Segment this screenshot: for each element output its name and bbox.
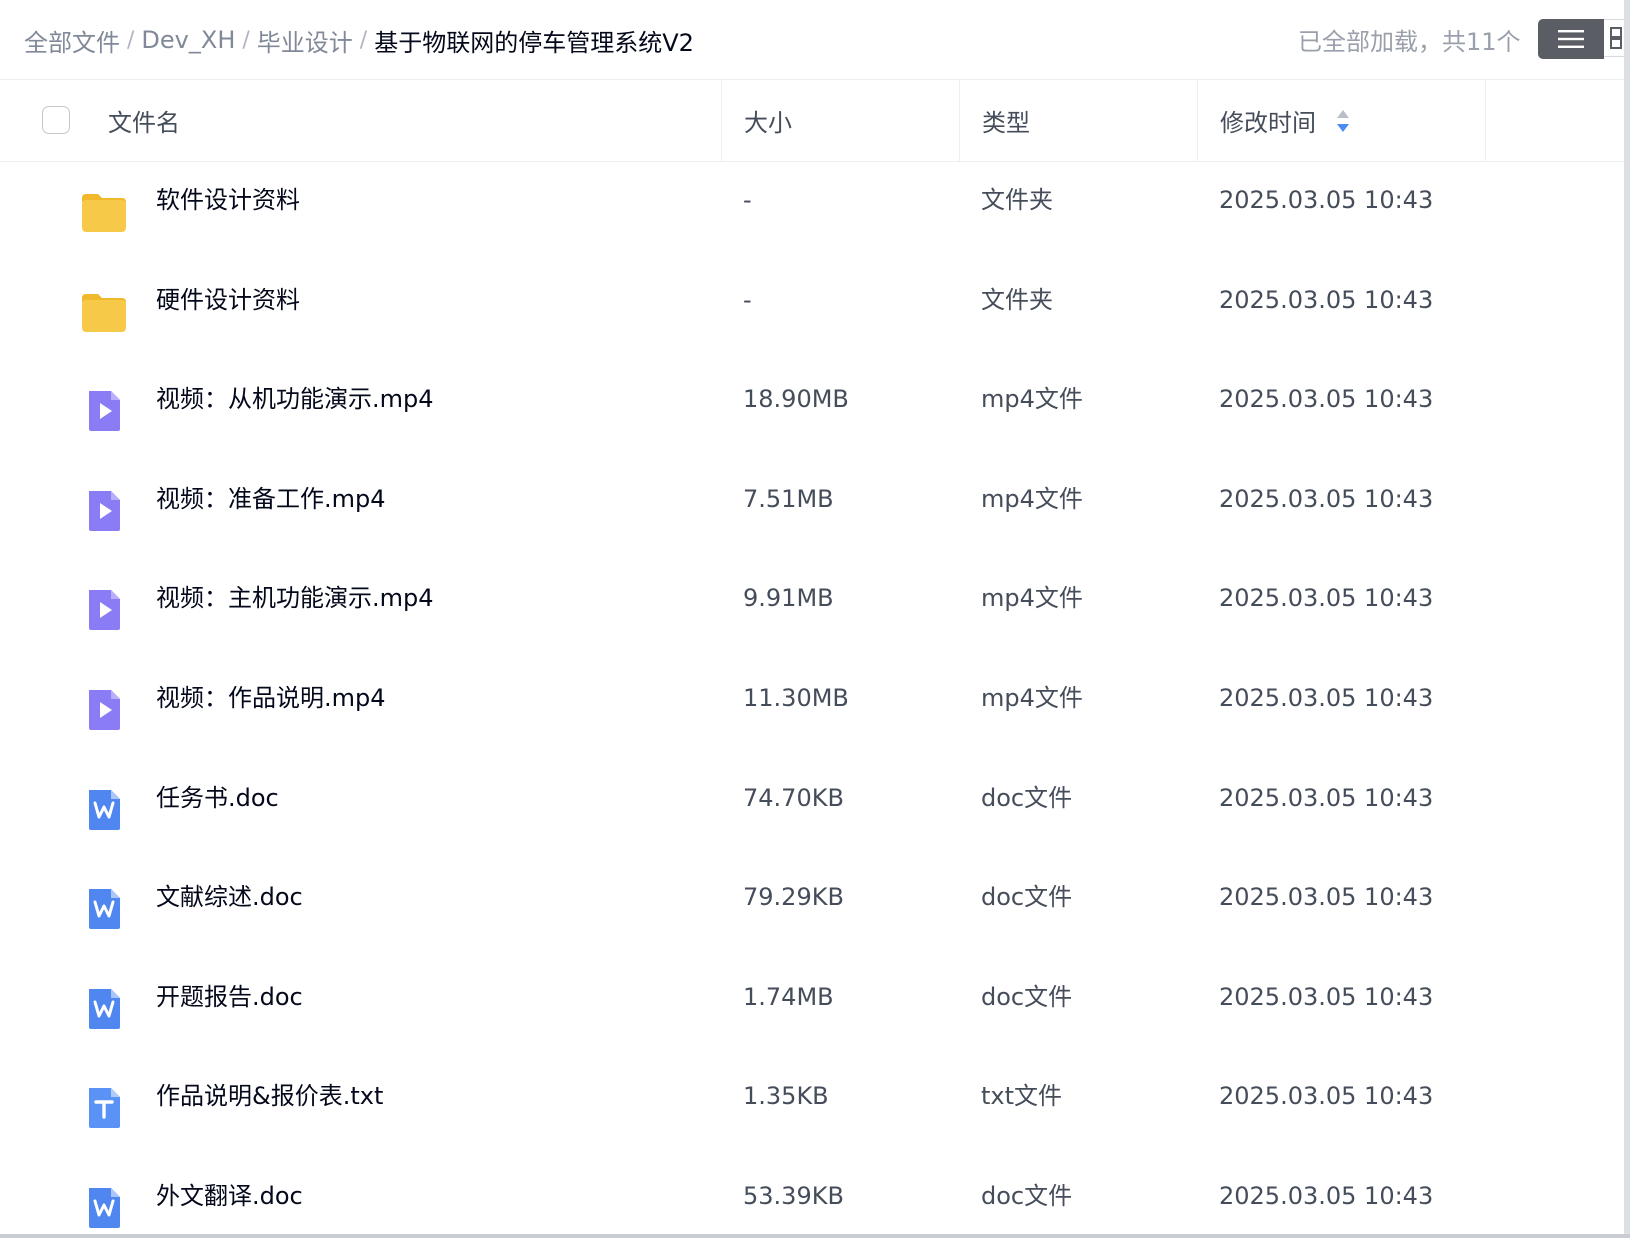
file-size: 74.70KB bbox=[743, 783, 844, 812]
file-name[interactable]: 开题报告.doc bbox=[156, 959, 303, 1035]
file-size: 9.91MB bbox=[743, 584, 834, 613]
word-file-icon bbox=[80, 1184, 128, 1232]
list-view-icon bbox=[1558, 30, 1584, 48]
file-name[interactable]: 视频：主机功能演示.mp4 bbox=[156, 560, 434, 636]
file-row[interactable]: 视频：作品说明.mp4 11.30MB mp4文件 2025.03.05 10:43 bbox=[0, 660, 1630, 760]
file-type: txt文件 bbox=[981, 1082, 1063, 1111]
video-file-icon bbox=[80, 586, 128, 634]
column-header-modified-label: 修改时间 bbox=[1220, 109, 1316, 137]
file-type: mp4文件 bbox=[981, 584, 1083, 613]
file-type: mp4文件 bbox=[981, 385, 1083, 414]
column-header-size[interactable]: 大小 bbox=[721, 80, 959, 161]
file-type: doc文件 bbox=[981, 1182, 1073, 1210]
file-name[interactable]: 软件设计资料 bbox=[156, 162, 300, 238]
file-modified-time: 2025.03.05 10:43 bbox=[1219, 684, 1434, 712]
file-row[interactable]: 视频：从机功能演示.mp4 18.90MB mp4文件 2025.03.05 10:4… bbox=[0, 361, 1630, 461]
file-name[interactable]: 硬件设计资料 bbox=[156, 262, 300, 338]
video-file-icon bbox=[80, 387, 128, 435]
file-name[interactable]: 视频：作品说明.mp4 bbox=[156, 660, 386, 736]
file-type: 文件夹 bbox=[981, 285, 1053, 314]
file-modified-time: 2025.03.05 10:43 bbox=[1219, 783, 1434, 812]
column-header-name[interactable]: 文件名 bbox=[108, 80, 180, 161]
file-modified-time: 2025.03.05 10:43 bbox=[1219, 484, 1434, 513]
file-name[interactable]: 作品说明&报价表.txt bbox=[156, 1058, 383, 1134]
breadcrumb: 全部文件 / Dev_XH / 毕业设计 / 基于物联网的停车管理系统V2 bbox=[24, 20, 694, 60]
table-header: 文件名 大小 类型 修改时间 bbox=[0, 80, 1630, 162]
file-size: - bbox=[743, 186, 752, 214]
file-type: doc文件 bbox=[981, 982, 1073, 1011]
load-status: 已全部加载，共11个 bbox=[1298, 28, 1521, 56]
breadcrumb-separator: / bbox=[242, 27, 250, 53]
column-header-type[interactable]: 类型 bbox=[959, 80, 1197, 161]
file-row[interactable]: 任务书.doc 74.70KB doc文件 2025.03.05 10:43 bbox=[0, 760, 1630, 860]
folder-icon bbox=[80, 188, 128, 236]
column-header-size-label: 大小 bbox=[744, 109, 792, 137]
file-modified-time: 2025.03.05 10:43 bbox=[1219, 186, 1434, 214]
file-modified-time: 2025.03.05 10:43 bbox=[1219, 1182, 1434, 1210]
file-row[interactable]: 视频：准备工作.mp4 7.51MB mp4文件 2025.03.05 10:43 bbox=[0, 461, 1630, 561]
file-size: 1.35KB bbox=[743, 1082, 829, 1111]
video-file-icon bbox=[80, 686, 128, 734]
video-file-icon bbox=[80, 487, 128, 535]
column-header-actions bbox=[1485, 80, 1624, 161]
file-type: doc文件 bbox=[981, 883, 1073, 912]
breadcrumb-separator: / bbox=[127, 27, 135, 53]
file-modified-time: 2025.03.05 10:43 bbox=[1219, 1082, 1434, 1111]
column-header-modified[interactable]: 修改时间 bbox=[1197, 80, 1485, 161]
file-size: - bbox=[743, 285, 752, 314]
folder-icon bbox=[80, 288, 128, 336]
select-all-checkbox[interactable] bbox=[42, 106, 70, 134]
file-row[interactable]: 文献综述.doc 79.29KB doc文件 2025.03.05 10:43 bbox=[0, 859, 1630, 959]
file-modified-time: 2025.03.05 10:43 bbox=[1219, 584, 1434, 613]
column-header-type-label: 类型 bbox=[982, 109, 1030, 137]
file-modified-time: 2025.03.05 10:43 bbox=[1219, 285, 1434, 314]
file-modified-time: 2025.03.05 10:43 bbox=[1219, 883, 1434, 912]
sort-icon[interactable] bbox=[1336, 109, 1350, 133]
file-row[interactable]: 视频：主机功能演示.mp4 9.91MB mp4文件 2025.03.05 10:43 bbox=[0, 560, 1630, 660]
file-size: 53.39KB bbox=[743, 1182, 844, 1210]
bottom-border bbox=[0, 1234, 1630, 1238]
word-file-icon bbox=[80, 786, 128, 834]
file-row[interactable]: 开题报告.doc 1.74MB doc文件 2025.03.05 10:43 bbox=[0, 959, 1630, 1059]
file-size: 7.51MB bbox=[743, 484, 834, 513]
file-row[interactable]: 外文翻译.doc 53.39KB doc文件 2025.03.05 10:43 bbox=[0, 1158, 1630, 1258]
breadcrumb-item-all-files[interactable]: 全部文件 bbox=[24, 23, 120, 58]
file-size: 1.74MB bbox=[743, 982, 834, 1011]
file-name[interactable]: 外文翻译.doc bbox=[156, 1158, 303, 1234]
word-file-icon bbox=[80, 985, 128, 1033]
file-name[interactable]: 视频：准备工作.mp4 bbox=[156, 461, 386, 537]
grid-view-icon bbox=[1610, 27, 1622, 49]
file-type: doc文件 bbox=[981, 783, 1073, 812]
breadcrumb-item-current-folder: 基于物联网的停车管理系统V2 bbox=[374, 28, 694, 57]
file-type: mp4文件 bbox=[981, 484, 1083, 513]
file-type: mp4文件 bbox=[981, 684, 1083, 712]
vertical-scrollbar[interactable] bbox=[1624, 0, 1630, 1238]
file-name[interactable]: 文献综述.doc bbox=[156, 859, 303, 935]
file-size: 18.90MB bbox=[743, 385, 849, 414]
view-toggle bbox=[1538, 19, 1630, 59]
file-name[interactable]: 视频：从机功能演示.mp4 bbox=[156, 361, 434, 437]
file-modified-time: 2025.03.05 10:43 bbox=[1219, 385, 1434, 414]
top-bar: 全部文件 / Dev_XH / 毕业设计 / 基于物联网的停车管理系统V2 已全… bbox=[0, 0, 1630, 80]
list-view-button[interactable] bbox=[1538, 19, 1604, 59]
file-row[interactable]: 软件设计资料 - 文件夹 2025.03.05 10:43 bbox=[0, 162, 1630, 262]
file-size: 11.30MB bbox=[743, 684, 849, 712]
file-name[interactable]: 任务书.doc bbox=[156, 760, 279, 836]
breadcrumb-separator: / bbox=[359, 27, 368, 53]
text-file-icon bbox=[80, 1084, 128, 1132]
file-row[interactable]: 作品说明&报价表.txt 1.35KB txt文件 2025.03.05 10:43 bbox=[0, 1058, 1630, 1158]
file-modified-time: 2025.03.05 10:43 bbox=[1219, 982, 1434, 1011]
file-row[interactable]: 硬件设计资料 - 文件夹 2025.03.05 10:43 bbox=[0, 262, 1630, 362]
breadcrumb-item-graduation-design[interactable]: 毕业设计 bbox=[257, 23, 353, 58]
file-size: 79.29KB bbox=[743, 883, 844, 912]
word-file-icon bbox=[80, 885, 128, 933]
breadcrumb-item-dev-xh[interactable]: Dev_XH bbox=[141, 26, 235, 54]
file-type: 文件夹 bbox=[981, 186, 1053, 214]
